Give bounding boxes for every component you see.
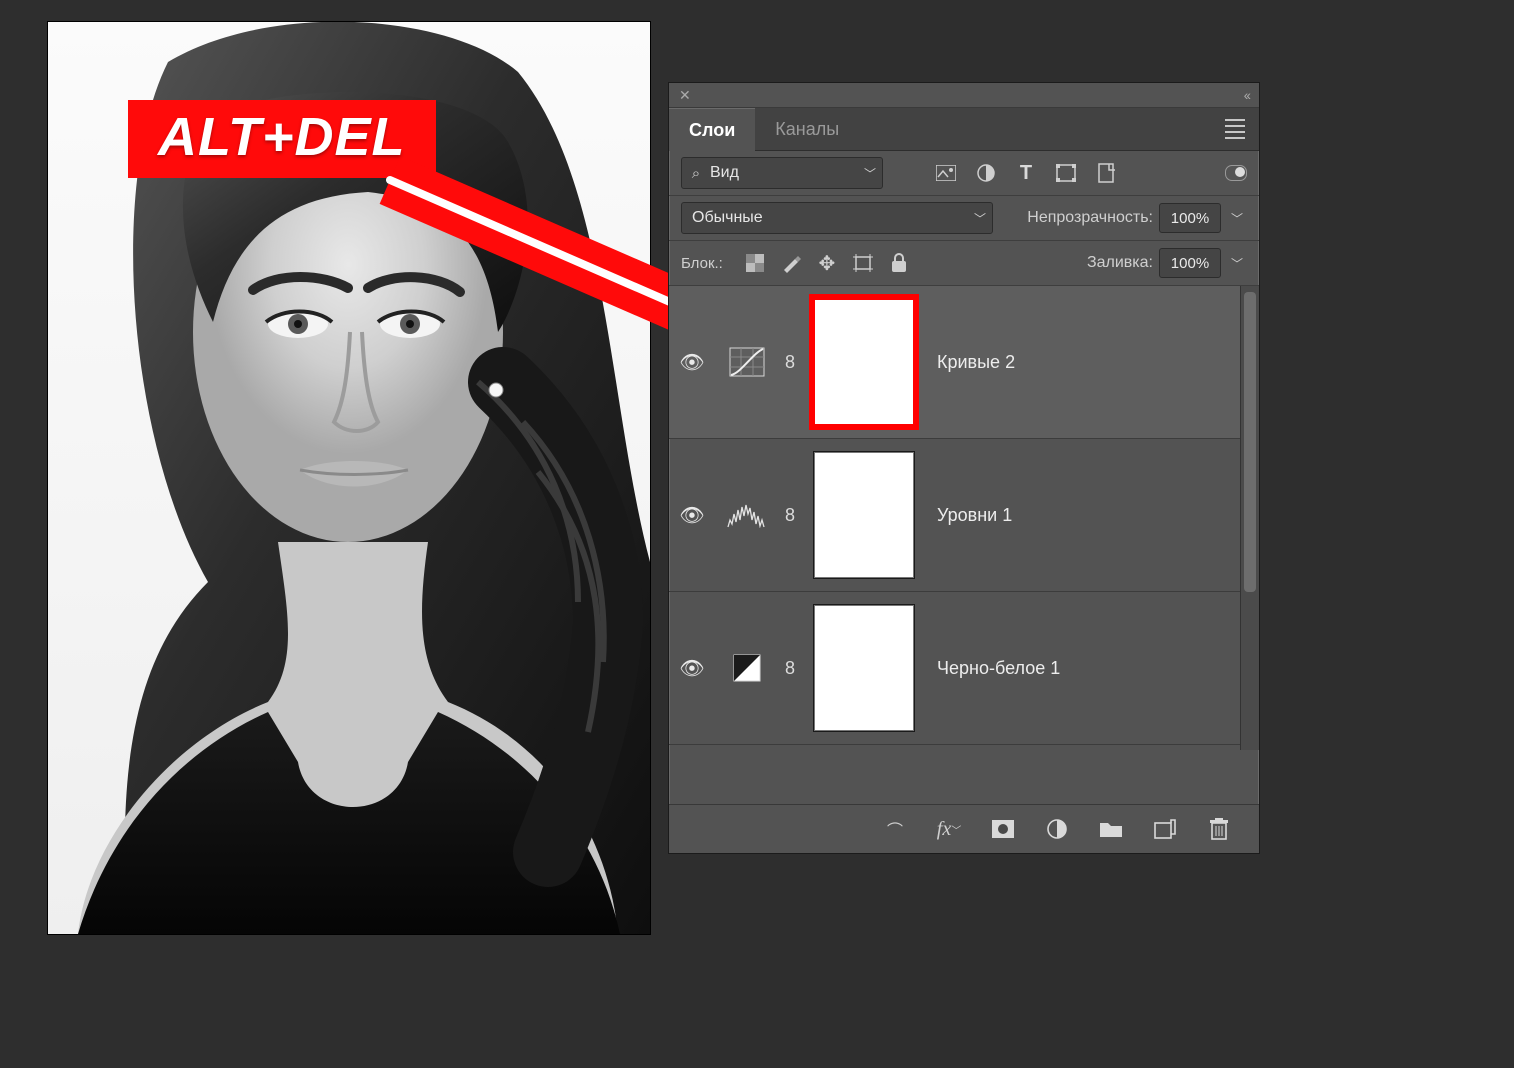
lock-artboard-icon[interactable]	[853, 253, 873, 273]
layer-name[interactable]: Кривые 2	[937, 352, 1015, 373]
chevron-down-icon[interactable]: ﹀	[1227, 255, 1247, 272]
mask-link-icon[interactable]: 8	[781, 658, 799, 679]
filter-type-icon[interactable]: T	[1015, 162, 1037, 184]
layer-mask-thumbnail[interactable]	[813, 604, 915, 732]
lock-paint-icon[interactable]	[781, 253, 801, 273]
lock-position-icon[interactable]: ✥	[817, 253, 837, 273]
visibility-icon[interactable]: 👁	[669, 350, 715, 375]
mask-link-icon[interactable]: 8	[781, 352, 799, 373]
chevron-down-icon[interactable]: ﹀	[1227, 210, 1247, 227]
layer-list: 👁 8 Кривые 2 👁 8	[669, 286, 1259, 750]
panel-menu-icon[interactable]	[1225, 119, 1245, 139]
layers-panel: ✕ ‹‹ Слои Каналы ⌕ Вид ﹀ T	[668, 82, 1260, 854]
fill-label: Заливка:	[1087, 254, 1153, 272]
blend-mode-label: Обычные	[682, 209, 968, 227]
layer-name[interactable]: Уровни 1	[937, 505, 1012, 526]
panel-tabs: Слои Каналы	[669, 108, 1259, 151]
layers-bottom-toolbar: ⌒ fx﹀	[669, 804, 1259, 853]
filter-shape-icon[interactable]	[1055, 162, 1077, 184]
filter-pixel-icon[interactable]	[935, 162, 957, 184]
levels-icon[interactable]	[727, 499, 767, 531]
curves-icon[interactable]	[727, 346, 767, 378]
add-mask-icon[interactable]	[991, 817, 1015, 841]
visibility-icon[interactable]: 👁	[669, 503, 715, 528]
new-group-icon[interactable]	[1099, 817, 1123, 841]
shortcut-callout: ALT+DEL	[128, 100, 436, 178]
layer-filter-dropdown[interactable]: ⌕ Вид ﹀	[681, 157, 883, 189]
search-icon: ⌕	[682, 165, 710, 182]
layer-mask-thumbnail[interactable]	[813, 298, 915, 426]
layer-filter-label: Вид	[710, 164, 858, 182]
layer-row[interactable]: 👁 8 Черно-белое 1	[669, 592, 1259, 745]
filter-adjust-icon[interactable]	[975, 162, 997, 184]
opacity-label: Непрозрачность:	[1027, 209, 1153, 227]
lock-transparency-icon[interactable]	[745, 253, 765, 273]
layer-filter-row: ⌕ Вид ﹀ T	[669, 151, 1259, 196]
chevron-down-icon: ﹀	[968, 210, 992, 227]
mask-link-icon[interactable]: 8	[781, 505, 799, 526]
blend-opacity-row: Обычные ﹀ Непрозрачность: ﹀	[669, 196, 1259, 241]
blend-mode-dropdown[interactable]: Обычные ﹀	[681, 202, 993, 234]
filter-toggle[interactable]	[1225, 165, 1247, 181]
layer-mask-thumbnail[interactable]	[813, 451, 915, 579]
lock-fill-row: Блок.: ✥ Заливка: ﹀	[669, 241, 1259, 286]
fill-input[interactable]	[1159, 248, 1221, 278]
tab-channels[interactable]: Каналы	[755, 108, 859, 150]
tab-layers[interactable]: Слои	[669, 108, 755, 151]
link-layers-icon[interactable]: ⌒	[883, 817, 907, 841]
layer-name[interactable]: Черно-белое 1	[937, 658, 1060, 679]
layer-scrollbar[interactable]	[1240, 286, 1259, 750]
new-layer-icon[interactable]	[1153, 817, 1177, 841]
visibility-icon[interactable]: 👁	[669, 656, 715, 681]
close-icon[interactable]: ✕	[679, 87, 691, 104]
filter-smart-icon[interactable]	[1095, 162, 1117, 184]
delete-layer-icon[interactable]	[1207, 817, 1231, 841]
chevron-down-icon: ﹀	[858, 165, 882, 182]
lock-label: Блок.:	[681, 255, 723, 272]
panel-collapse-icon[interactable]: ‹‹	[1244, 87, 1249, 103]
new-adjustment-icon[interactable]	[1045, 817, 1069, 841]
black-white-icon[interactable]	[727, 652, 767, 684]
opacity-input[interactable]	[1159, 203, 1221, 233]
lock-all-icon[interactable]	[889, 253, 909, 273]
layer-row[interactable]: 👁 8 Кривые 2	[669, 286, 1259, 439]
layer-fx-icon[interactable]: fx﹀	[937, 817, 961, 841]
layer-row[interactable]: 👁 8 Уровни 1	[669, 439, 1259, 592]
